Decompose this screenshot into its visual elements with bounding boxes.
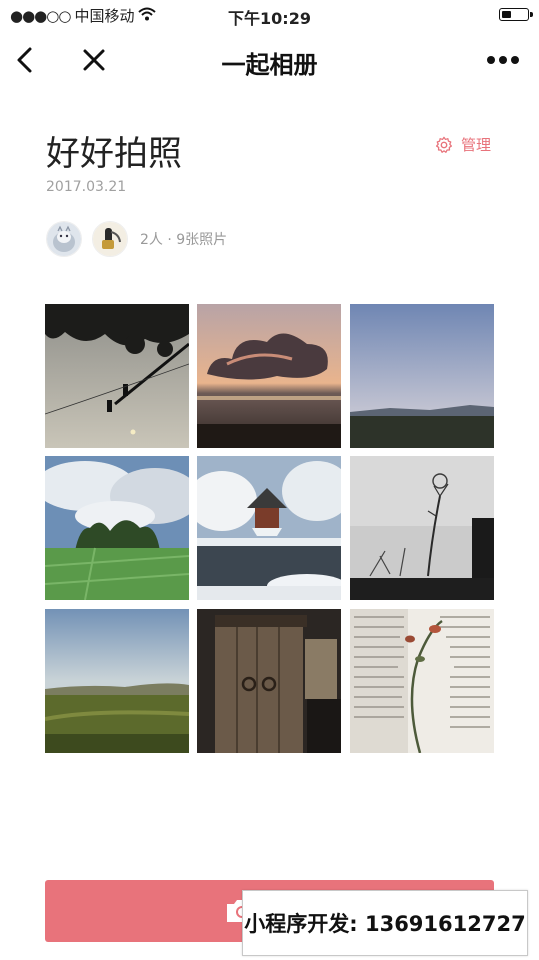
nav-title: 一起相册 xyxy=(221,51,318,79)
avatar[interactable] xyxy=(46,221,82,257)
photo-thumbnail[interactable] xyxy=(45,456,189,600)
status-bar: ●●●○○ 中国移动 下午10:29 xyxy=(0,0,539,30)
battery-icon xyxy=(499,8,533,21)
photo-thumbnail[interactable] xyxy=(197,609,341,753)
photo-thumbnail[interactable] xyxy=(350,304,494,448)
nav-bar: 一起相册 xyxy=(0,36,539,86)
avatar[interactable] xyxy=(92,221,128,257)
manage-button[interactable]: 管理 xyxy=(435,134,491,155)
more-button[interactable] xyxy=(485,42,521,78)
photo-thumbnail[interactable] xyxy=(350,456,494,600)
photo-thumbnail[interactable] xyxy=(197,456,341,600)
photo-thumbnail[interactable] xyxy=(350,609,494,753)
manage-label: 管理 xyxy=(461,136,492,154)
more-dots-icon xyxy=(487,56,519,64)
album-date: 2017.03.21 xyxy=(46,179,127,195)
watermark-banner: 小程序开发: 13691612727 xyxy=(242,890,528,956)
member-photo-count: 2人 · 9张照片 xyxy=(140,232,228,248)
album-members[interactable]: 2人 · 9张照片 xyxy=(46,221,227,257)
photo-thumbnail[interactable] xyxy=(45,609,189,753)
status-time: 下午10:29 xyxy=(228,9,311,28)
photo-thumbnail[interactable] xyxy=(45,304,189,448)
gear-icon xyxy=(435,136,453,153)
photo-thumbnail[interactable] xyxy=(197,304,341,448)
photo-grid xyxy=(45,304,494,753)
album-title: 好好拍照 xyxy=(46,134,182,174)
